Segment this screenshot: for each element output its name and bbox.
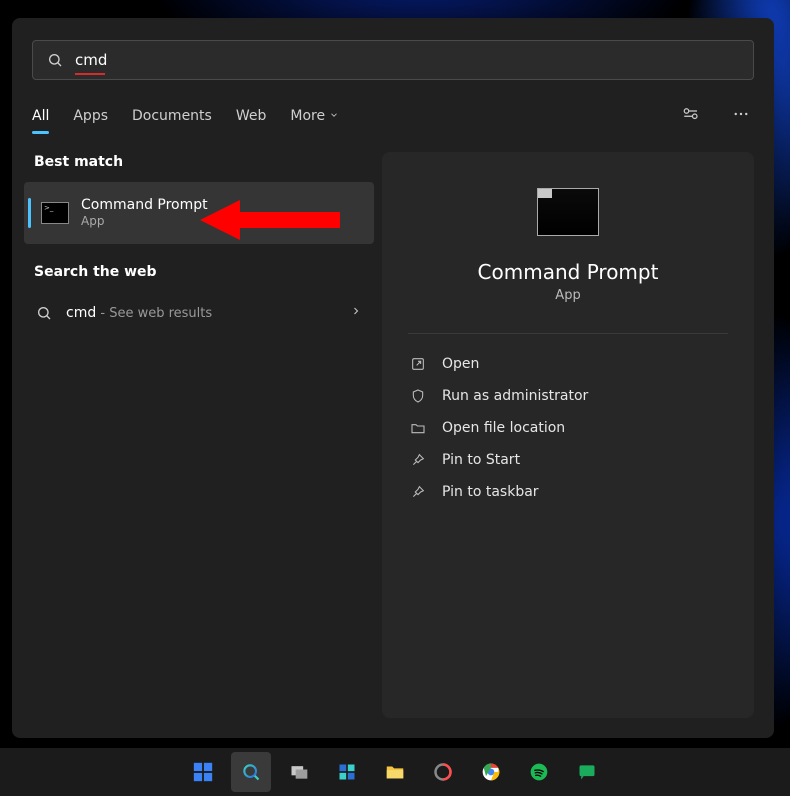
taskbar-search-button[interactable] [231,752,271,792]
search-options-button[interactable] [678,101,704,131]
result-title: Command Prompt [81,197,208,215]
selection-accent [28,198,31,228]
preview-pane: Command Prompt App Open Run as administr… [382,152,754,718]
preview-terminal-icon [537,188,599,236]
search-icon [47,52,63,68]
search-filter-tabs: All Apps Documents Web More [32,102,754,130]
pin-icon [410,452,426,468]
shield-icon [410,388,426,404]
action-open-location[interactable]: Open file location [408,412,728,444]
action-list: Open Run as administrator Open file loca… [408,348,728,508]
preview-subtitle: App [555,288,580,303]
result-command-prompt[interactable]: Command Prompt App [24,182,374,244]
taskbar-explorer-button[interactable] [375,752,415,792]
start-search-panel: All Apps Documents Web More Best match C… [12,18,774,738]
action-pin-taskbar[interactable]: Pin to taskbar [408,476,728,508]
terminal-icon [41,202,69,224]
preview-title: Command Prompt [478,260,659,284]
divider [408,333,728,334]
results-column: Best match Command Prompt App Search the… [24,152,374,718]
tab-web[interactable]: Web [236,108,267,124]
action-run-admin[interactable]: Run as administrator [408,380,728,412]
best-match-label: Best match [24,152,374,182]
search-icon [36,305,52,321]
result-subtitle: App [81,214,208,229]
spellcheck-underline [75,73,105,75]
search-web-label: Search the web [24,262,374,292]
search-input[interactable] [63,51,739,69]
tab-more[interactable]: More [290,108,339,124]
taskbar-widgets-button[interactable] [327,752,367,792]
taskbar [0,748,790,796]
action-open[interactable]: Open [408,348,728,380]
taskbar-chat-button[interactable] [567,752,607,792]
web-result-cmd[interactable]: cmd - See web results [24,292,374,334]
tab-all[interactable]: All [32,108,49,124]
taskbar-taskview-button[interactable] [279,752,319,792]
taskbar-app-1[interactable] [423,752,463,792]
open-icon [410,356,426,372]
more-options-button[interactable] [728,101,754,131]
taskbar-chrome-button[interactable] [471,752,511,792]
taskbar-spotify-button[interactable] [519,752,559,792]
web-result-text: cmd - See web results [66,305,212,321]
search-box[interactable] [32,40,754,80]
chevron-down-icon [329,108,339,124]
chevron-right-icon [350,305,362,321]
tab-documents[interactable]: Documents [132,108,212,124]
pin-icon [410,484,426,500]
folder-icon [410,420,426,436]
action-pin-start[interactable]: Pin to Start [408,444,728,476]
tab-apps[interactable]: Apps [73,108,108,124]
taskbar-start-button[interactable] [183,752,223,792]
